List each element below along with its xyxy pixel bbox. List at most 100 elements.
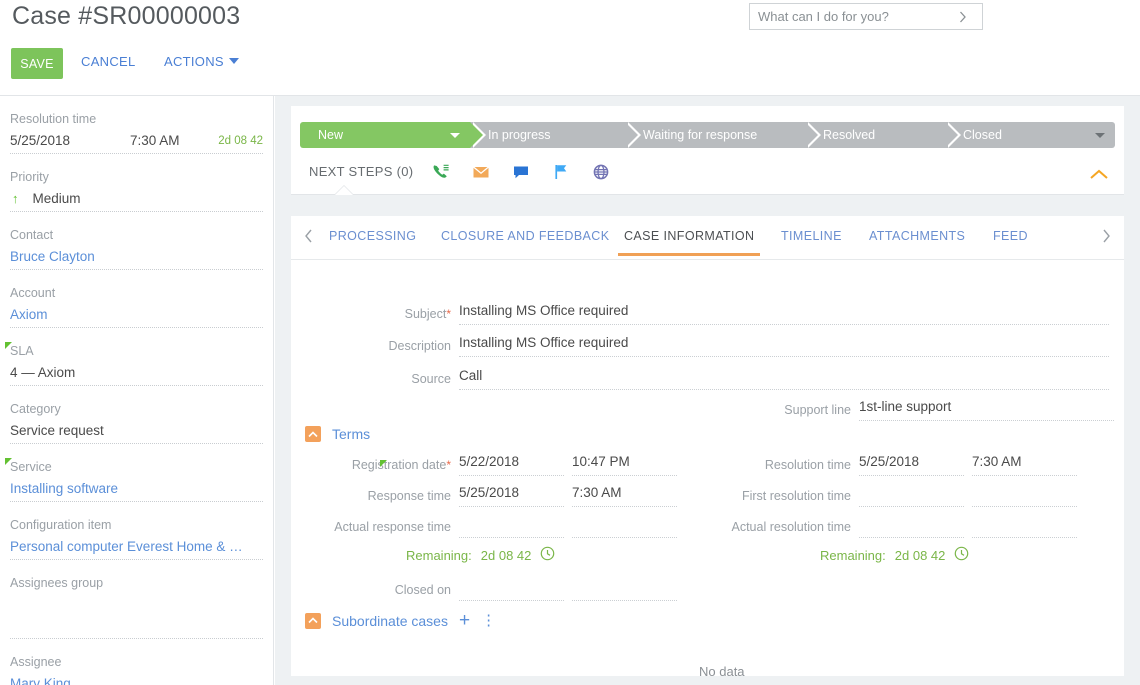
support-line-value[interactable]: 1st-line support: [859, 399, 951, 414]
terms-title[interactable]: Terms: [332, 426, 370, 442]
subordinate-collapse-icon[interactable]: [305, 613, 321, 629]
sla-value[interactable]: 4 — Axiom: [10, 365, 75, 380]
service-value-link[interactable]: Installing software: [10, 481, 118, 496]
resolution-time-value[interactable]: 7:30 AM: [130, 133, 218, 148]
response-time-label: Response time: [368, 489, 451, 503]
field-value-row[interactable]: 4 — Axiom: [10, 365, 263, 386]
actual-resolution-time-value[interactable]: [972, 516, 976, 531]
response-time-value[interactable]: 7:30 AM: [572, 485, 622, 500]
tab-timeline[interactable]: TIMELINE: [781, 229, 842, 243]
category-value[interactable]: Service request: [10, 423, 104, 438]
case-sidebar: Resolution time 5/25/2018 7:30 AM 2d 08 …: [0, 96, 274, 685]
actual-resolution-time-label: Actual resolution time: [731, 520, 851, 534]
field-description: Description Installing MS Office require…: [291, 334, 1109, 357]
field-label: Assignees group: [10, 576, 103, 590]
stage-in-progress[interactable]: In progress: [470, 122, 625, 148]
subordinate-cases-empty-state: No data: [699, 664, 745, 679]
actual-response-date-value[interactable]: [459, 516, 463, 531]
email-icon[interactable]: [471, 162, 491, 187]
field-value-row[interactable]: Bruce Clayton: [10, 249, 263, 270]
chat-icon[interactable]: [511, 162, 531, 187]
subordinate-cases-menu-icon[interactable]: ⋮: [481, 613, 496, 628]
priority-value[interactable]: Medium: [33, 191, 81, 206]
first-resolution-date-value[interactable]: [859, 485, 863, 500]
description-label: Description: [388, 339, 451, 353]
field-label: Category: [10, 402, 61, 416]
add-subordinate-case-icon[interactable]: +: [459, 611, 470, 630]
chevron-down-icon[interactable]: [1095, 133, 1105, 138]
tabs-scroll-right-icon[interactable]: [1100, 228, 1112, 249]
field-support-line: Support line 1st-line support: [701, 398, 1114, 421]
field-label: Priority: [10, 170, 49, 184]
chevron-down-icon[interactable]: [450, 133, 460, 138]
field-actual-resolution-time: Actual resolution time: [701, 515, 1077, 538]
case-page: Case #SR00000003 SAVE CANCEL ACTIONS VIE…: [0, 0, 1140, 685]
response-date-value[interactable]: 5/25/2018: [459, 485, 519, 500]
tab-case-information[interactable]: CASE INFORMATION: [624, 229, 754, 243]
next-steps-actions: [431, 162, 611, 187]
field-value-row[interactable]: Personal computer Everest Home & …: [10, 539, 263, 560]
search-input[interactable]: [750, 4, 946, 29]
field-value-row[interactable]: Installing software: [10, 481, 263, 502]
required-corner-icon: [5, 458, 12, 465]
source-value[interactable]: Call: [459, 368, 482, 383]
resolution-remaining-badge: 2d 08 42: [218, 135, 263, 148]
subordinate-cases-title[interactable]: Subordinate cases: [332, 613, 448, 629]
tab-bar: PROCESSING CLOSURE AND FEEDBACK CASE INF…: [291, 216, 1124, 260]
field-value-row[interactable]: [10, 618, 263, 639]
field-value-row[interactable]: 5/25/2018 7:30 AM 2d 08 42: [10, 133, 263, 154]
tabs-scroll-left-icon[interactable]: [303, 228, 315, 249]
actual-resolution-date-value[interactable]: [859, 516, 863, 531]
assignee-value-link[interactable]: Mary King: [10, 676, 71, 685]
phone-icon[interactable]: [431, 162, 451, 187]
remaining-resolution-value: 2d 08 42: [895, 548, 946, 563]
stage-new[interactable]: New: [300, 122, 470, 148]
field-label: Configuration item: [10, 518, 111, 532]
closed-on-time-value[interactable]: [572, 579, 576, 594]
contact-value-link[interactable]: Bruce Clayton: [10, 249, 95, 264]
stage-waiting-for-response[interactable]: Waiting for response: [625, 122, 805, 148]
account-value-link[interactable]: Axiom: [10, 307, 48, 322]
field-value-row[interactable]: ↑ Medium: [10, 191, 263, 212]
chevron-down-icon: [229, 58, 239, 64]
subordinate-cases-header: Subordinate cases + ⋮: [305, 611, 496, 630]
resolution-time-value[interactable]: 7:30 AM: [972, 454, 1022, 469]
stage-resolved[interactable]: Resolved: [805, 122, 945, 148]
required-star: *: [446, 458, 451, 472]
field-value-row[interactable]: Axiom: [10, 307, 263, 328]
globe-icon[interactable]: [591, 162, 611, 187]
configuration-item-value-link[interactable]: Personal computer Everest Home & …: [10, 539, 243, 554]
collapse-next-steps-icon[interactable]: [1088, 168, 1110, 187]
tab-attachments[interactable]: ATTACHMENTS: [869, 229, 965, 243]
save-button[interactable]: SAVE: [11, 48, 63, 79]
subject-value[interactable]: Installing MS Office required: [459, 303, 628, 318]
flag-icon[interactable]: [551, 162, 571, 187]
terms-collapse-icon[interactable]: [305, 426, 321, 442]
registration-date-value[interactable]: 5/22/2018: [459, 454, 519, 469]
stage-closed[interactable]: Closed: [945, 122, 1115, 148]
field-source: Source Call: [291, 367, 1109, 390]
tab-feed[interactable]: FEED: [993, 229, 1028, 243]
field-label: SLA: [10, 344, 34, 358]
global-search[interactable]: [749, 3, 983, 30]
field-label: Resolution time: [10, 112, 96, 126]
tab-closure-and-feedback[interactable]: CLOSURE AND FEEDBACK: [441, 229, 609, 243]
field-registration-date: Registration date* 5/22/2018 10:47 PM: [291, 453, 677, 476]
resolution-date-value[interactable]: 5/25/2018: [859, 454, 919, 469]
description-value[interactable]: Installing MS Office required: [459, 335, 628, 350]
actions-menu-button[interactable]: ACTIONS: [164, 54, 239, 69]
resolution-date-value[interactable]: 5/25/2018: [10, 133, 130, 148]
registration-time-value[interactable]: 10:47 PM: [572, 454, 630, 469]
field-value-row[interactable]: Service request: [10, 423, 263, 444]
sidebar-field-configuration-item: Configuration item Personal computer Eve…: [10, 502, 263, 560]
search-submit-icon[interactable]: [946, 4, 980, 29]
field-value-row[interactable]: Mary King: [10, 676, 263, 685]
closed-on-date-value[interactable]: [459, 579, 463, 594]
support-line-label: Support line: [784, 403, 851, 417]
case-detail-card: PROCESSING CLOSURE AND FEEDBACK CASE INF…: [291, 216, 1124, 676]
cancel-button[interactable]: CANCEL: [81, 54, 136, 69]
actual-response-time-value[interactable]: [572, 516, 576, 531]
field-actual-response-time: Actual response time: [291, 515, 677, 538]
tab-processing[interactable]: PROCESSING: [329, 229, 416, 243]
first-resolution-time-value[interactable]: [972, 485, 976, 500]
